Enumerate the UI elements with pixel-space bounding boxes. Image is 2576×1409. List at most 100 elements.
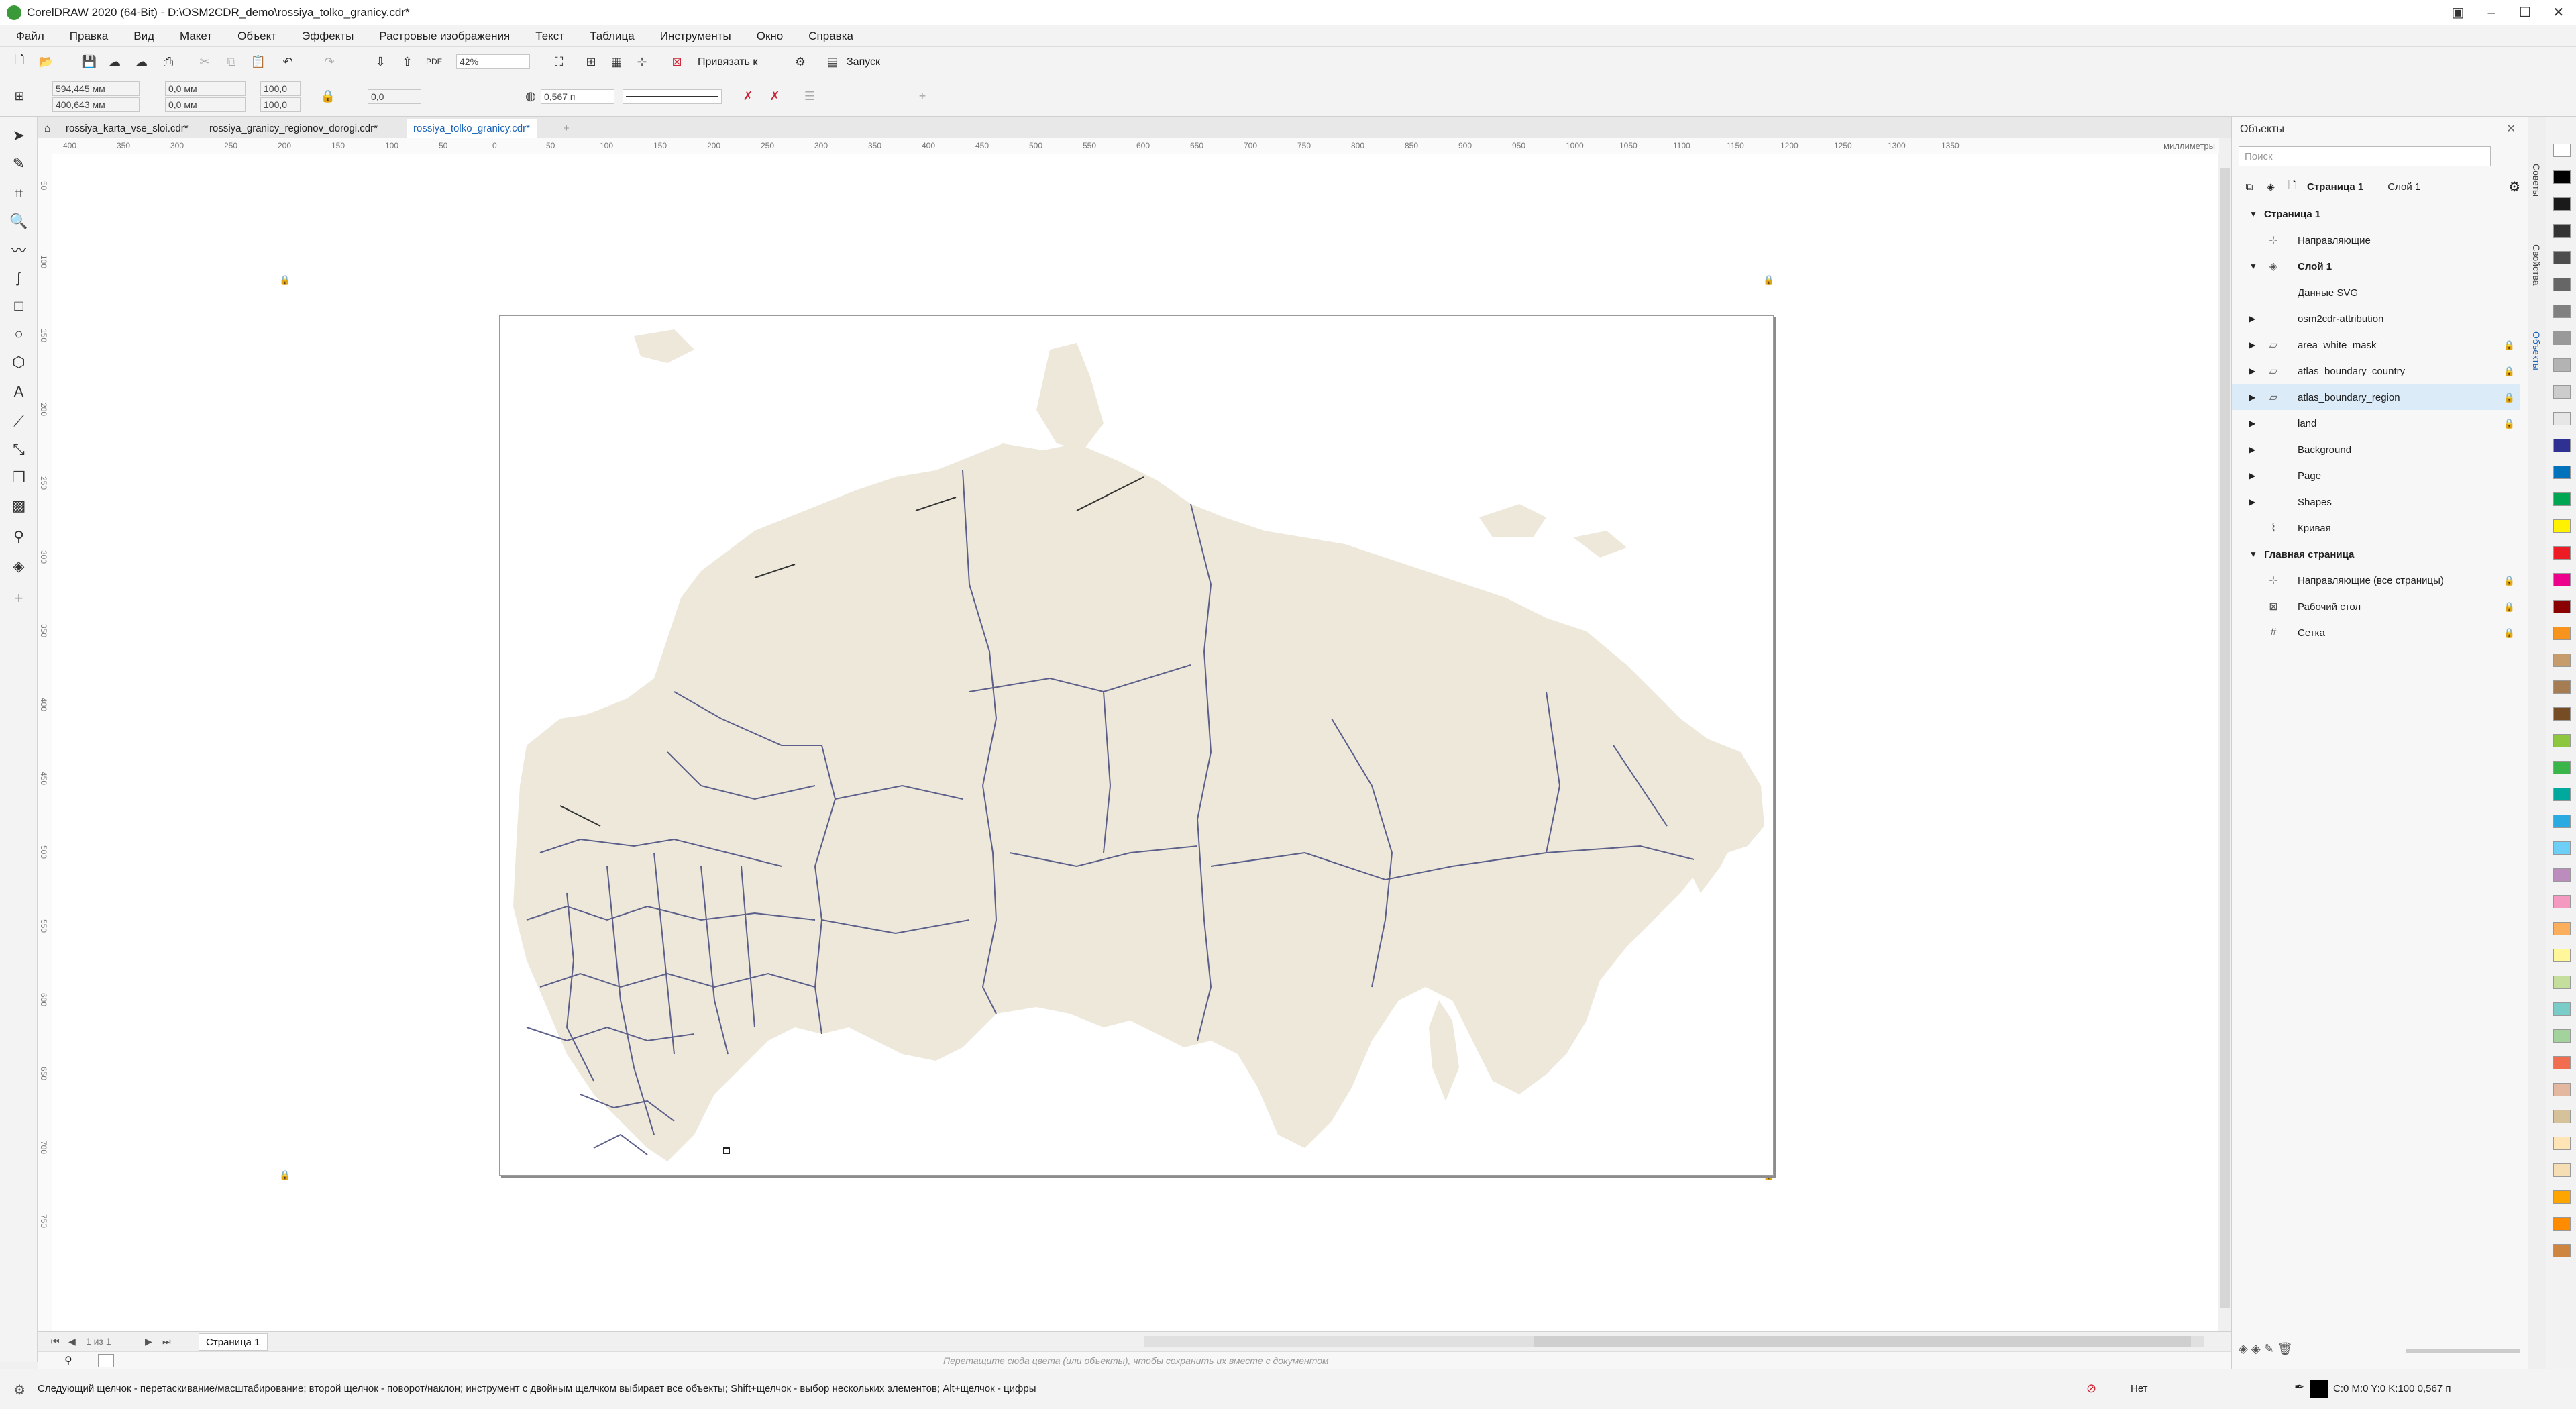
menu-bitmaps[interactable]: Растровые изображения	[379, 30, 510, 43]
color-swatch[interactable]	[2553, 197, 2571, 211]
color-swatch[interactable]	[2553, 868, 2571, 882]
object-tree-row[interactable]: ▶ osm2cdr-attribution	[2232, 306, 2520, 331]
shape-tool-icon[interactable]: ✎	[7, 152, 31, 176]
expand-arrow-icon[interactable]: ▶	[2249, 340, 2255, 350]
menu-table[interactable]: Таблица	[590, 30, 635, 43]
expand-arrow-icon[interactable]: ▶	[2249, 497, 2255, 507]
paste-icon[interactable]: 📋	[248, 52, 268, 72]
add-tool-icon[interactable]: +	[7, 586, 31, 611]
lock-icon[interactable]: 🔒	[2504, 601, 2515, 613]
expand-arrow-icon[interactable]: ▶	[2249, 419, 2255, 428]
rulers-icon[interactable]: ⊞	[581, 52, 601, 72]
snap-off-icon[interactable]: ⊠	[667, 52, 687, 72]
docker-bottom-layers-icon[interactable]: ◈ ◈ ✎ 🗑	[2239, 1342, 2293, 1356]
export-icon[interactable]: ⇧	[397, 52, 417, 72]
new-layer-icon[interactable]: ⧉	[2239, 181, 2260, 193]
launch-icon[interactable]: ▤	[822, 52, 843, 72]
expand-arrow-icon[interactable]: ▶	[2249, 393, 2255, 402]
text-tool-icon[interactable]: A	[7, 380, 31, 404]
menu-window[interactable]: Окно	[757, 30, 784, 43]
color-swatch[interactable]	[2553, 788, 2571, 801]
color-swatch[interactable]	[2553, 1137, 2571, 1150]
import-icon[interactable]: ⇩	[370, 52, 390, 72]
object-tree-row[interactable]: ▶ ▱ atlas_boundary_region 🔒	[2232, 384, 2520, 410]
home-tab-icon[interactable]: ⌂	[38, 119, 56, 138]
selection-lock-handle[interactable]: 🔒	[1763, 274, 1775, 286]
color-swatch[interactable]	[2553, 761, 2571, 774]
expand-arrow-icon[interactable]: ▶	[2249, 366, 2255, 376]
object-tree-row[interactable]: ⊹ Направляющие	[2232, 227, 2520, 253]
color-swatch[interactable]	[2553, 949, 2571, 962]
rectangle-tool-icon[interactable]: □	[7, 294, 31, 318]
color-swatch[interactable]	[2553, 278, 2571, 291]
color-swatch[interactable]	[2553, 305, 2571, 318]
color-swatch[interactable]	[2553, 680, 2571, 694]
parallel-dimension-icon[interactable]: ⟋	[7, 409, 31, 433]
interactive-fill-icon[interactable]: ◈	[7, 554, 31, 578]
object-tree-row[interactable]: ⊠ Рабочий стол 🔒	[2232, 594, 2520, 619]
object-tree-row[interactable]: ⊹ Направляющие (все страницы) 🔒	[2232, 568, 2520, 593]
tab-rossiya-tolko-granicy[interactable]: rossiya_tolko_granicy.cdr*	[407, 119, 537, 138]
copy-icon[interactable]: ⧉	[221, 52, 241, 72]
lock-icon[interactable]: 🔒	[2504, 627, 2515, 639]
page-icon[interactable]: 🗋	[2282, 178, 2303, 195]
x-position-field[interactable]: 594,445 мм	[52, 81, 140, 96]
horizontal-ruler[interactable]: 400 350 300 250 200 150 100 50 0 50 100 150 200 250 30…	[38, 138, 2219, 154]
color-swatch[interactable]	[2553, 412, 2571, 425]
object-tree-row[interactable]: ▼ ◈ Слой 1	[2232, 254, 2520, 279]
artistic-media-icon[interactable]: ʃ	[7, 266, 31, 290]
vertical-scroll-thumb[interactable]	[2220, 168, 2230, 1308]
color-swatch[interactable]	[2553, 654, 2571, 667]
connector-tool-icon[interactable]: ⤡	[7, 437, 31, 462]
page-preset-icon[interactable]: ⊞	[9, 86, 30, 106]
object-tree-row[interactable]: ▶ ▱ atlas_boundary_country 🔒	[2232, 358, 2520, 384]
last-page-icon[interactable]: ⏭	[162, 1336, 171, 1347]
minimize-button[interactable]: –	[2475, 3, 2508, 23]
zoom-tool-icon[interactable]: 🔍	[7, 209, 31, 233]
expand-arrow-icon[interactable]: ▼	[2249, 209, 2257, 219]
object-tree-row[interactable]: # Сетка 🔒	[2232, 620, 2520, 645]
pick-tool-icon[interactable]: ➤	[7, 123, 31, 148]
color-swatch[interactable]	[2553, 707, 2571, 721]
color-swatch[interactable]	[2553, 1190, 2571, 1204]
scale-y-field[interactable]: 100,0	[260, 97, 301, 112]
outline-width-input[interactable]: 0,567 п	[541, 89, 614, 104]
account-icon[interactable]: ▣	[2442, 3, 2474, 23]
new-tab-icon[interactable]: +	[557, 119, 576, 138]
menu-effects[interactable]: Эффекты	[302, 30, 354, 43]
add-icon[interactable]: +	[912, 86, 932, 106]
color-swatch[interactable]	[2553, 170, 2571, 184]
line-style-select[interactable]	[623, 89, 722, 104]
options-gear-icon[interactable]: ⚙	[790, 52, 810, 72]
color-swatch[interactable]	[2553, 1083, 2571, 1096]
menu-file[interactable]: Файл	[16, 30, 44, 43]
height-field[interactable]: 0,0 мм	[165, 97, 246, 112]
drop-shadow-icon[interactable]: ❐	[7, 466, 31, 490]
side-tab-objects[interactable]: Объекты	[2531, 331, 2542, 370]
color-swatch[interactable]	[2553, 976, 2571, 989]
color-swatch[interactable]	[2553, 546, 2571, 560]
menu-edit[interactable]: Правка	[70, 30, 108, 43]
color-swatch[interactable]	[2553, 519, 2571, 533]
color-swatch[interactable]	[2553, 1110, 2571, 1123]
freehand-tool-icon[interactable]: 〰	[7, 238, 31, 262]
color-swatch[interactable]	[2553, 573, 2571, 586]
vertical-scrollbar[interactable]	[2218, 154, 2231, 1335]
prev-page-icon[interactable]: ◀	[68, 1336, 76, 1347]
object-tree-row[interactable]: ▶ ▱ area_white_mask 🔒	[2232, 332, 2520, 358]
undo-icon[interactable]: ↶	[278, 52, 298, 72]
lock-icon[interactable]: 🔒	[2504, 418, 2515, 429]
side-tab-properties[interactable]: Свойства	[2531, 244, 2542, 285]
color-swatch[interactable]	[2553, 466, 2571, 479]
full-screen-icon[interactable]: ⛶	[549, 52, 569, 72]
expand-arrow-icon[interactable]: ▶	[2249, 314, 2255, 323]
color-swatch[interactable]	[2553, 600, 2571, 613]
cloud-download-icon[interactable]: ☁	[131, 52, 152, 72]
outline-width-icon[interactable]: ◍	[521, 86, 541, 106]
color-swatch[interactable]	[2553, 439, 2571, 452]
redo-icon[interactable]: ↷	[319, 52, 339, 72]
color-swatch[interactable]	[2553, 841, 2571, 855]
color-swatch[interactable]	[2553, 1163, 2571, 1177]
horizontal-scrollbar[interactable]	[1144, 1336, 2204, 1347]
outline-color-swatch[interactable]	[2310, 1380, 2328, 1398]
